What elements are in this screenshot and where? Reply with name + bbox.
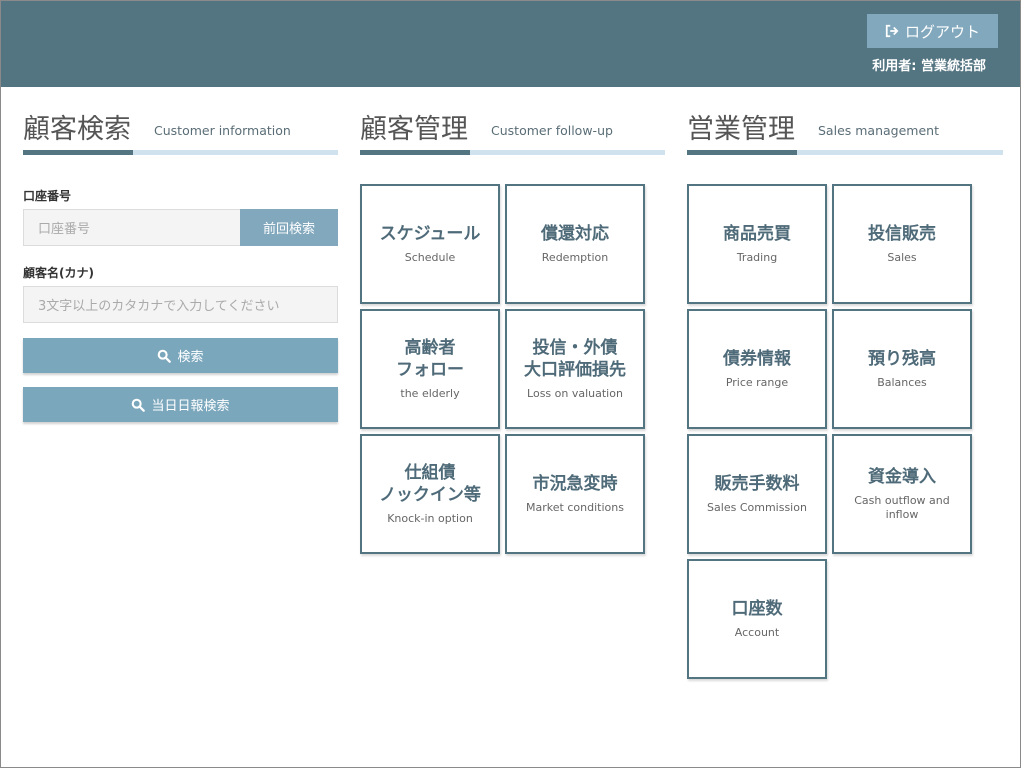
tile-title: 高齢者 フォロー xyxy=(396,338,464,380)
tile-subtitle: Price range xyxy=(725,376,789,389)
section-subtitle: Sales management xyxy=(818,123,939,138)
daily-report-search-button[interactable]: 当日日報検索 xyxy=(23,387,338,422)
tile-subtitle: the elderly xyxy=(400,387,460,400)
tile-subtitle: Loss on valuation xyxy=(527,387,623,400)
section-underline xyxy=(360,150,665,155)
tile-balances[interactable]: 預り残高 Balances xyxy=(832,309,972,429)
section-sales-management: 営業管理 Sales management xyxy=(687,107,1003,155)
tile-title: 市況急変時 xyxy=(532,474,618,494)
section-title: 営業管理 xyxy=(687,114,795,145)
tile-bond-info[interactable]: 債券情報 Price range xyxy=(687,309,827,429)
customer-kana-input[interactable]: 3文字以上のカタカナで入力してください xyxy=(23,286,338,323)
section-subtitle: Customer follow-up xyxy=(491,123,613,138)
tile-title: 販売手数料 xyxy=(714,474,800,494)
tile-title: 資金導入 xyxy=(868,467,936,487)
tile-redemption[interactable]: 償還対応 Redemption xyxy=(505,184,645,304)
tile-fund-sales[interactable]: 投信販売 Sales xyxy=(832,184,972,304)
tile-title: 仕組債 ノックイン等 xyxy=(379,463,481,505)
section-title: 顧客管理 xyxy=(360,114,468,145)
tile-title: スケジュール xyxy=(379,224,481,244)
tile-title: 口座数 xyxy=(731,599,783,619)
section-underline xyxy=(23,150,338,155)
tile-elderly-follow[interactable]: 高齢者 フォロー the elderly xyxy=(360,309,500,429)
account-number-input[interactable]: 口座番号 xyxy=(23,209,241,246)
tile-knock-in[interactable]: 仕組債 ノックイン等 Knock-in option xyxy=(360,434,500,554)
tile-subtitle: Redemption xyxy=(541,251,609,264)
section-subtitle: Customer information xyxy=(154,123,291,138)
search-button[interactable]: 検索 xyxy=(23,338,338,373)
tile-subtitle: Trading xyxy=(736,251,778,264)
tile-subtitle: Balances xyxy=(877,376,927,389)
tile-subtitle: Knock-in option xyxy=(387,512,473,525)
previous-search-button[interactable]: 前回検索 xyxy=(240,209,338,246)
tile-title: 投信販売 xyxy=(868,224,936,244)
tile-subtitle: Sales xyxy=(887,251,917,264)
section-underline xyxy=(687,150,1003,155)
account-number-label: 口座番号 xyxy=(23,189,72,203)
search-icon xyxy=(158,349,172,363)
tile-subtitle: Schedule xyxy=(404,251,456,264)
tile-title: 商品売買 xyxy=(723,224,791,244)
logout-button[interactable]: ログアウト xyxy=(867,14,998,48)
tile-title: 投信・外債 大口評価損先 xyxy=(524,338,626,380)
logout-icon xyxy=(885,24,899,38)
tile-market-conditions[interactable]: 市況急変時 Market conditions xyxy=(505,434,645,554)
tile-title: 債券情報 xyxy=(723,349,791,369)
tile-subtitle: Market conditions xyxy=(526,501,624,514)
tile-subtitle: Account xyxy=(734,626,780,639)
section-customer-search: 顧客検索 Customer information xyxy=(23,107,338,155)
customer-kana-label: 顧客名(カナ) xyxy=(23,266,94,280)
tile-cash-flow[interactable]: 資金導入 Cash outflow and inflow xyxy=(832,434,972,554)
search-button-label: 検索 xyxy=(177,349,204,364)
user-label: 利用者: 営業統括部 xyxy=(872,59,986,74)
daily-report-button-label: 当日日報検索 xyxy=(151,398,230,413)
tile-account-count[interactable]: 口座数 Account xyxy=(687,559,827,679)
section-customer-management: 顧客管理 Customer follow-up xyxy=(360,107,665,155)
tile-sales-commission[interactable]: 販売手数料 Sales Commission xyxy=(687,434,827,554)
tile-trading[interactable]: 商品売買 Trading xyxy=(687,184,827,304)
top-header: ログアウト 利用者: 営業統括部 xyxy=(1,1,1020,87)
tile-schedule[interactable]: スケジュール Schedule xyxy=(360,184,500,304)
section-title: 顧客検索 xyxy=(23,114,131,145)
search-icon xyxy=(132,398,146,412)
tile-subtitle: Cash outflow and inflow xyxy=(854,494,950,521)
tile-title: 償還対応 xyxy=(541,224,609,244)
logout-label: ログアウト xyxy=(904,22,980,41)
tile-subtitle: Sales Commission xyxy=(707,501,807,514)
tile-title: 預り残高 xyxy=(868,349,936,369)
tile-loss-on-valuation[interactable]: 投信・外債 大口評価損先 Loss on valuation xyxy=(505,309,645,429)
